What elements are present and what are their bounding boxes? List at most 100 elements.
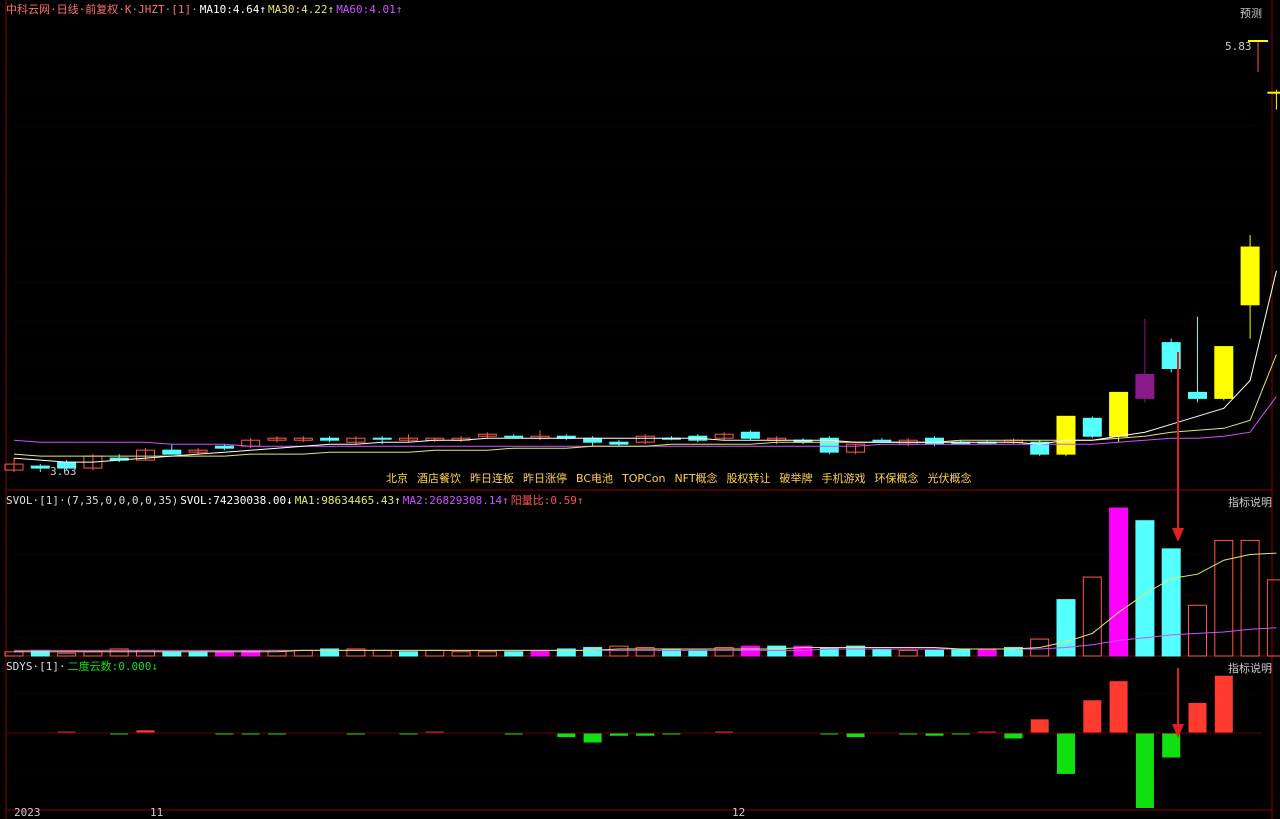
candle-body [214, 445, 234, 449]
candle-body [504, 435, 524, 438]
sdys-bar [1135, 733, 1154, 808]
volume-bar [241, 649, 261, 657]
candle-body [740, 431, 760, 439]
volume-bar [30, 649, 50, 657]
sdys-bar [1004, 733, 1023, 739]
ma60-label: MA60:4.01↑ [336, 3, 403, 16]
candle-body [1109, 391, 1129, 437]
candle-body [1214, 346, 1234, 399]
volume-bar [583, 647, 603, 657]
concept-tag[interactable]: 酒店餐饮 [417, 472, 461, 485]
sdys-value: 二度云数:0.000↓ [67, 660, 158, 673]
volume-bar [188, 651, 208, 657]
sdys-bar [1030, 719, 1049, 733]
concept-tag[interactable]: 昨日连板 [470, 472, 514, 485]
volume-bar [399, 651, 418, 657]
ma2-label: MA2:26829308.14↑ [402, 494, 509, 507]
predict-button[interactable]: 预测 [1240, 5, 1262, 21]
volume-bar [767, 645, 787, 657]
volume-bar [504, 651, 524, 657]
volume-bar [1109, 507, 1129, 657]
ratio-label: 阳量比:0.59↑ [510, 494, 584, 507]
volume-bar [1161, 548, 1181, 657]
concept-tag[interactable]: 股权转让 [727, 472, 771, 485]
sdys-title: SDYS·[1]· [6, 660, 66, 673]
x-axis-label-dec: 12 [732, 806, 746, 819]
candle-body [320, 437, 340, 441]
concept-tag[interactable]: 光伏概念 [928, 472, 972, 485]
sdys-bar [1109, 681, 1128, 733]
concept-tag[interactable]: 环保概念 [875, 472, 919, 485]
volume-bar [1135, 520, 1155, 657]
sdys-bar [1083, 700, 1102, 733]
low-price-label: 3.63 [50, 465, 77, 478]
volume-bar [4, 651, 24, 657]
volume-bar [977, 648, 997, 657]
stock-title: 中科云网·日线·前复权·K·JHZT·[1]· [6, 3, 198, 16]
candle-body [1082, 417, 1102, 437]
volume-bar [425, 649, 445, 657]
ma30-label: MA30:4.22↑ [267, 3, 335, 16]
main-panel-header: 中科云网·日线·前复权·K·JHZT·[1]· MA10:4.64↑ MA30:4.… [6, 3, 404, 17]
high-price-label: 5.83 [1225, 40, 1252, 53]
volume-bar [1240, 539, 1260, 657]
sdys-bar [1057, 733, 1075, 774]
sdys-bar [583, 733, 602, 743]
volume-bar [1188, 604, 1207, 657]
candle-body [1056, 415, 1076, 455]
ma1-label: MA1:98634465.43↑ [294, 494, 401, 507]
sdys-bar [1188, 703, 1207, 733]
concept-tags: 北京 酒店餐饮 昨日连板 昨日涨停 BC电池 TOPCon NFT概念 股权转让 破举牌 手机游戏… [386, 470, 981, 486]
volume-bar [214, 651, 234, 657]
candle-body [583, 437, 603, 443]
concept-tag[interactable]: 北京 [386, 472, 408, 485]
concept-tag[interactable]: BC电池 [576, 472, 613, 485]
volume-bar [136, 649, 155, 657]
volume-bar [477, 651, 497, 657]
candle-body [1135, 373, 1155, 399]
vol-panel-header: SVOL·[1]·(7,35,0,0,0,0,35) SVOL:74230038.… [6, 494, 585, 508]
sdys-bar [1214, 675, 1233, 733]
volume-bar [688, 649, 708, 657]
concept-tag[interactable]: 手机游戏 [822, 472, 866, 485]
vol-help-button[interactable]: 指标说明 [1228, 494, 1272, 510]
concept-tag[interactable]: 破举牌 [780, 472, 813, 485]
svol-value: SVOL:74230038.00↓ [180, 494, 293, 507]
concept-tag[interactable]: TOPCon [622, 472, 665, 485]
volume-bar [530, 649, 550, 657]
concept-tag[interactable]: NFT概念 [674, 472, 717, 485]
candle-body [30, 465, 50, 469]
x-axis-label-year: 2023 [14, 806, 41, 819]
volume-bar [872, 648, 892, 657]
sdys-bar [557, 733, 576, 738]
volume-bar [609, 645, 629, 657]
volume-bar [162, 651, 182, 657]
candle-body [162, 449, 182, 455]
svol-title: SVOL·[1]·(7,35,0,0,0,0,35) [6, 494, 179, 507]
volume-arrow-head [1172, 528, 1184, 542]
volume-bar [740, 645, 760, 657]
candle-body [1240, 246, 1260, 306]
candle-body [1267, 91, 1280, 94]
chart-stage [4, 0, 1280, 819]
sdys-help-button[interactable]: 指标说明 [1228, 660, 1272, 676]
candle-body [925, 437, 944, 445]
candle-body [372, 437, 392, 440]
volume-bar [1266, 579, 1280, 657]
volume-bar [372, 649, 392, 657]
vol-ma2-line [14, 627, 1277, 651]
ma10-label: MA10:4.64↑ [199, 3, 266, 16]
volume-bar [57, 652, 77, 657]
candle-body [872, 439, 892, 442]
volume-bar [925, 649, 944, 657]
volume-bar [898, 649, 918, 657]
sdys-bar [846, 733, 865, 738]
x-axis-label-nov: 11 [150, 806, 164, 819]
volume-bar [951, 648, 971, 657]
candle-body [1188, 391, 1207, 399]
volume-bar [451, 651, 471, 657]
vol-ma1-line [14, 552, 1277, 653]
concept-tag[interactable]: 昨日涨停 [523, 472, 567, 485]
candle-body [609, 441, 629, 445]
sdys-panel-header: SDYS·[1]· 二度云数:0.000↓ [6, 660, 160, 674]
